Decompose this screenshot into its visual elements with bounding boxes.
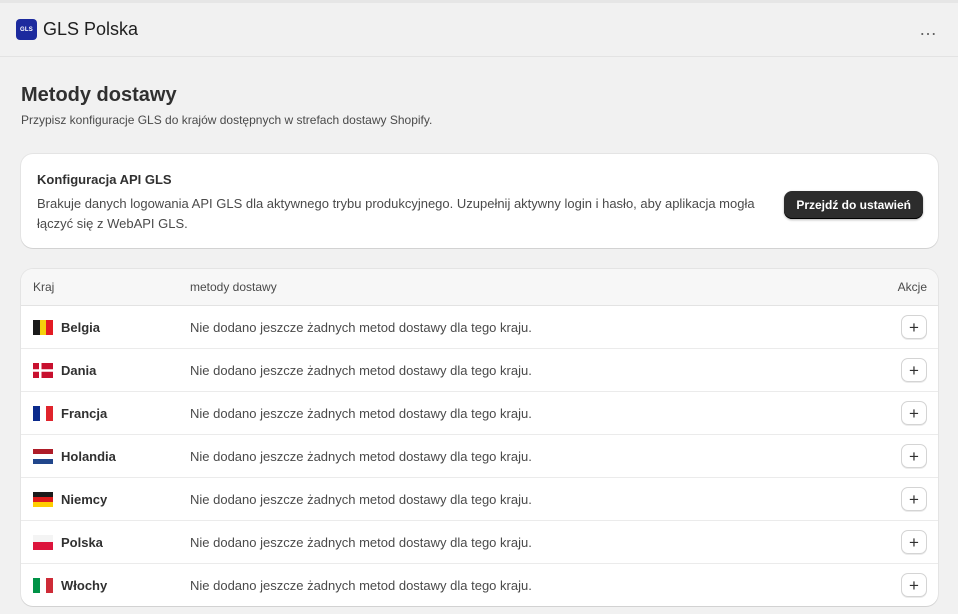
flag-be-icon	[33, 319, 53, 335]
page-subtitle: Przypisz konfiguracje GLS do krajów dost…	[21, 113, 433, 127]
flag-de-icon	[33, 491, 53, 507]
table-row: Niemcy Nie dodano jeszcze żadnych metod …	[21, 478, 938, 521]
header-country: Kraj	[33, 280, 55, 294]
country-name: Włochy	[61, 577, 108, 593]
methods-cell: Nie dodano jeszcze żadnych metod dostawy…	[190, 577, 532, 593]
table-row: Belgia Nie dodano jeszcze żadnych metod …	[21, 306, 938, 349]
more-actions-icon[interactable]: …	[915, 17, 942, 42]
country-name: Francja	[61, 405, 108, 421]
country-cell: Belgia	[21, 319, 190, 335]
api-config-text: Konfiguracja API GLS Brakuje danych logo…	[37, 172, 772, 248]
country-cell: Francja	[21, 405, 190, 421]
table-row: Dania Nie dodano jeszcze żadnych metod d…	[21, 349, 938, 392]
country-cell: Niemcy	[21, 491, 190, 507]
add-method-button[interactable]: +	[901, 401, 927, 425]
actions-cell: +	[878, 358, 938, 382]
add-method-button[interactable]: +	[901, 487, 927, 511]
gls-logo-icon: GLS	[16, 19, 37, 40]
add-method-button[interactable]: +	[901, 444, 927, 468]
countries-table: Kraj metody dostawy Akcje Belgia Nie dod…	[21, 269, 938, 606]
country-cell: Holandia	[21, 448, 190, 464]
table-header: Kraj metody dostawy Akcje	[21, 269, 938, 306]
methods-cell: Nie dodano jeszcze żadnych metod dostawy…	[190, 362, 532, 378]
table-row: Polska Nie dodano jeszcze żadnych metod …	[21, 521, 938, 564]
flag-pl-icon	[33, 534, 53, 550]
main-content: Metody dostawy Przypisz konfiguracje GLS…	[0, 84, 958, 606]
api-config-description: Brakuje danych logowania API GLS dla akt…	[37, 196, 755, 231]
methods-cell: Nie dodano jeszcze żadnych metod dostawy…	[190, 319, 532, 335]
methods-cell: Nie dodano jeszcze żadnych metod dostawy…	[190, 448, 532, 464]
go-to-settings-button[interactable]: Przejdź do ustawień	[784, 191, 923, 219]
app-title: GLS Polska	[43, 19, 139, 39]
header-actions: Akcje	[897, 280, 927, 294]
api-config-title: Konfiguracja API GLS	[37, 172, 172, 187]
actions-cell: +	[878, 530, 938, 554]
add-method-button[interactable]: +	[901, 573, 927, 597]
header-methods: metody dostawy	[190, 280, 277, 294]
country-cell: Polska	[21, 534, 190, 550]
country-name: Dania	[61, 362, 97, 378]
actions-cell: +	[878, 487, 938, 511]
add-method-button[interactable]: +	[901, 530, 927, 554]
actions-cell: +	[878, 573, 938, 597]
table-row: Holandia Nie dodano jeszcze żadnych meto…	[21, 435, 938, 478]
actions-cell: +	[878, 444, 938, 468]
country-name: Polska	[61, 534, 103, 550]
methods-cell: Nie dodano jeszcze żadnych metod dostawy…	[190, 491, 532, 507]
country-cell: Włochy	[21, 577, 190, 593]
methods-cell: Nie dodano jeszcze żadnych metod dostawy…	[190, 534, 532, 550]
country-cell: Dania	[21, 362, 190, 378]
api-config-card: Konfiguracja API GLS Brakuje danych logo…	[21, 154, 938, 248]
page-title: Metody dostawy	[21, 84, 177, 106]
country-name: Belgia	[61, 319, 101, 335]
actions-cell: +	[878, 315, 938, 339]
country-name: Niemcy	[61, 491, 108, 507]
country-name: Holandia	[61, 448, 116, 464]
flag-dk-icon	[33, 362, 53, 378]
flag-nl-icon	[33, 448, 53, 464]
table-row: Włochy Nie dodano jeszcze żadnych metod …	[21, 564, 938, 606]
app-header: GLS GLS Polska …	[0, 3, 958, 57]
methods-cell: Nie dodano jeszcze żadnych metod dostawy…	[190, 405, 532, 421]
flag-it-icon	[33, 577, 53, 593]
flag-fr-icon	[33, 405, 53, 421]
table-row: Francja Nie dodano jeszcze żadnych metod…	[21, 392, 938, 435]
add-method-button[interactable]: +	[901, 315, 927, 339]
add-method-button[interactable]: +	[901, 358, 927, 382]
actions-cell: +	[878, 401, 938, 425]
